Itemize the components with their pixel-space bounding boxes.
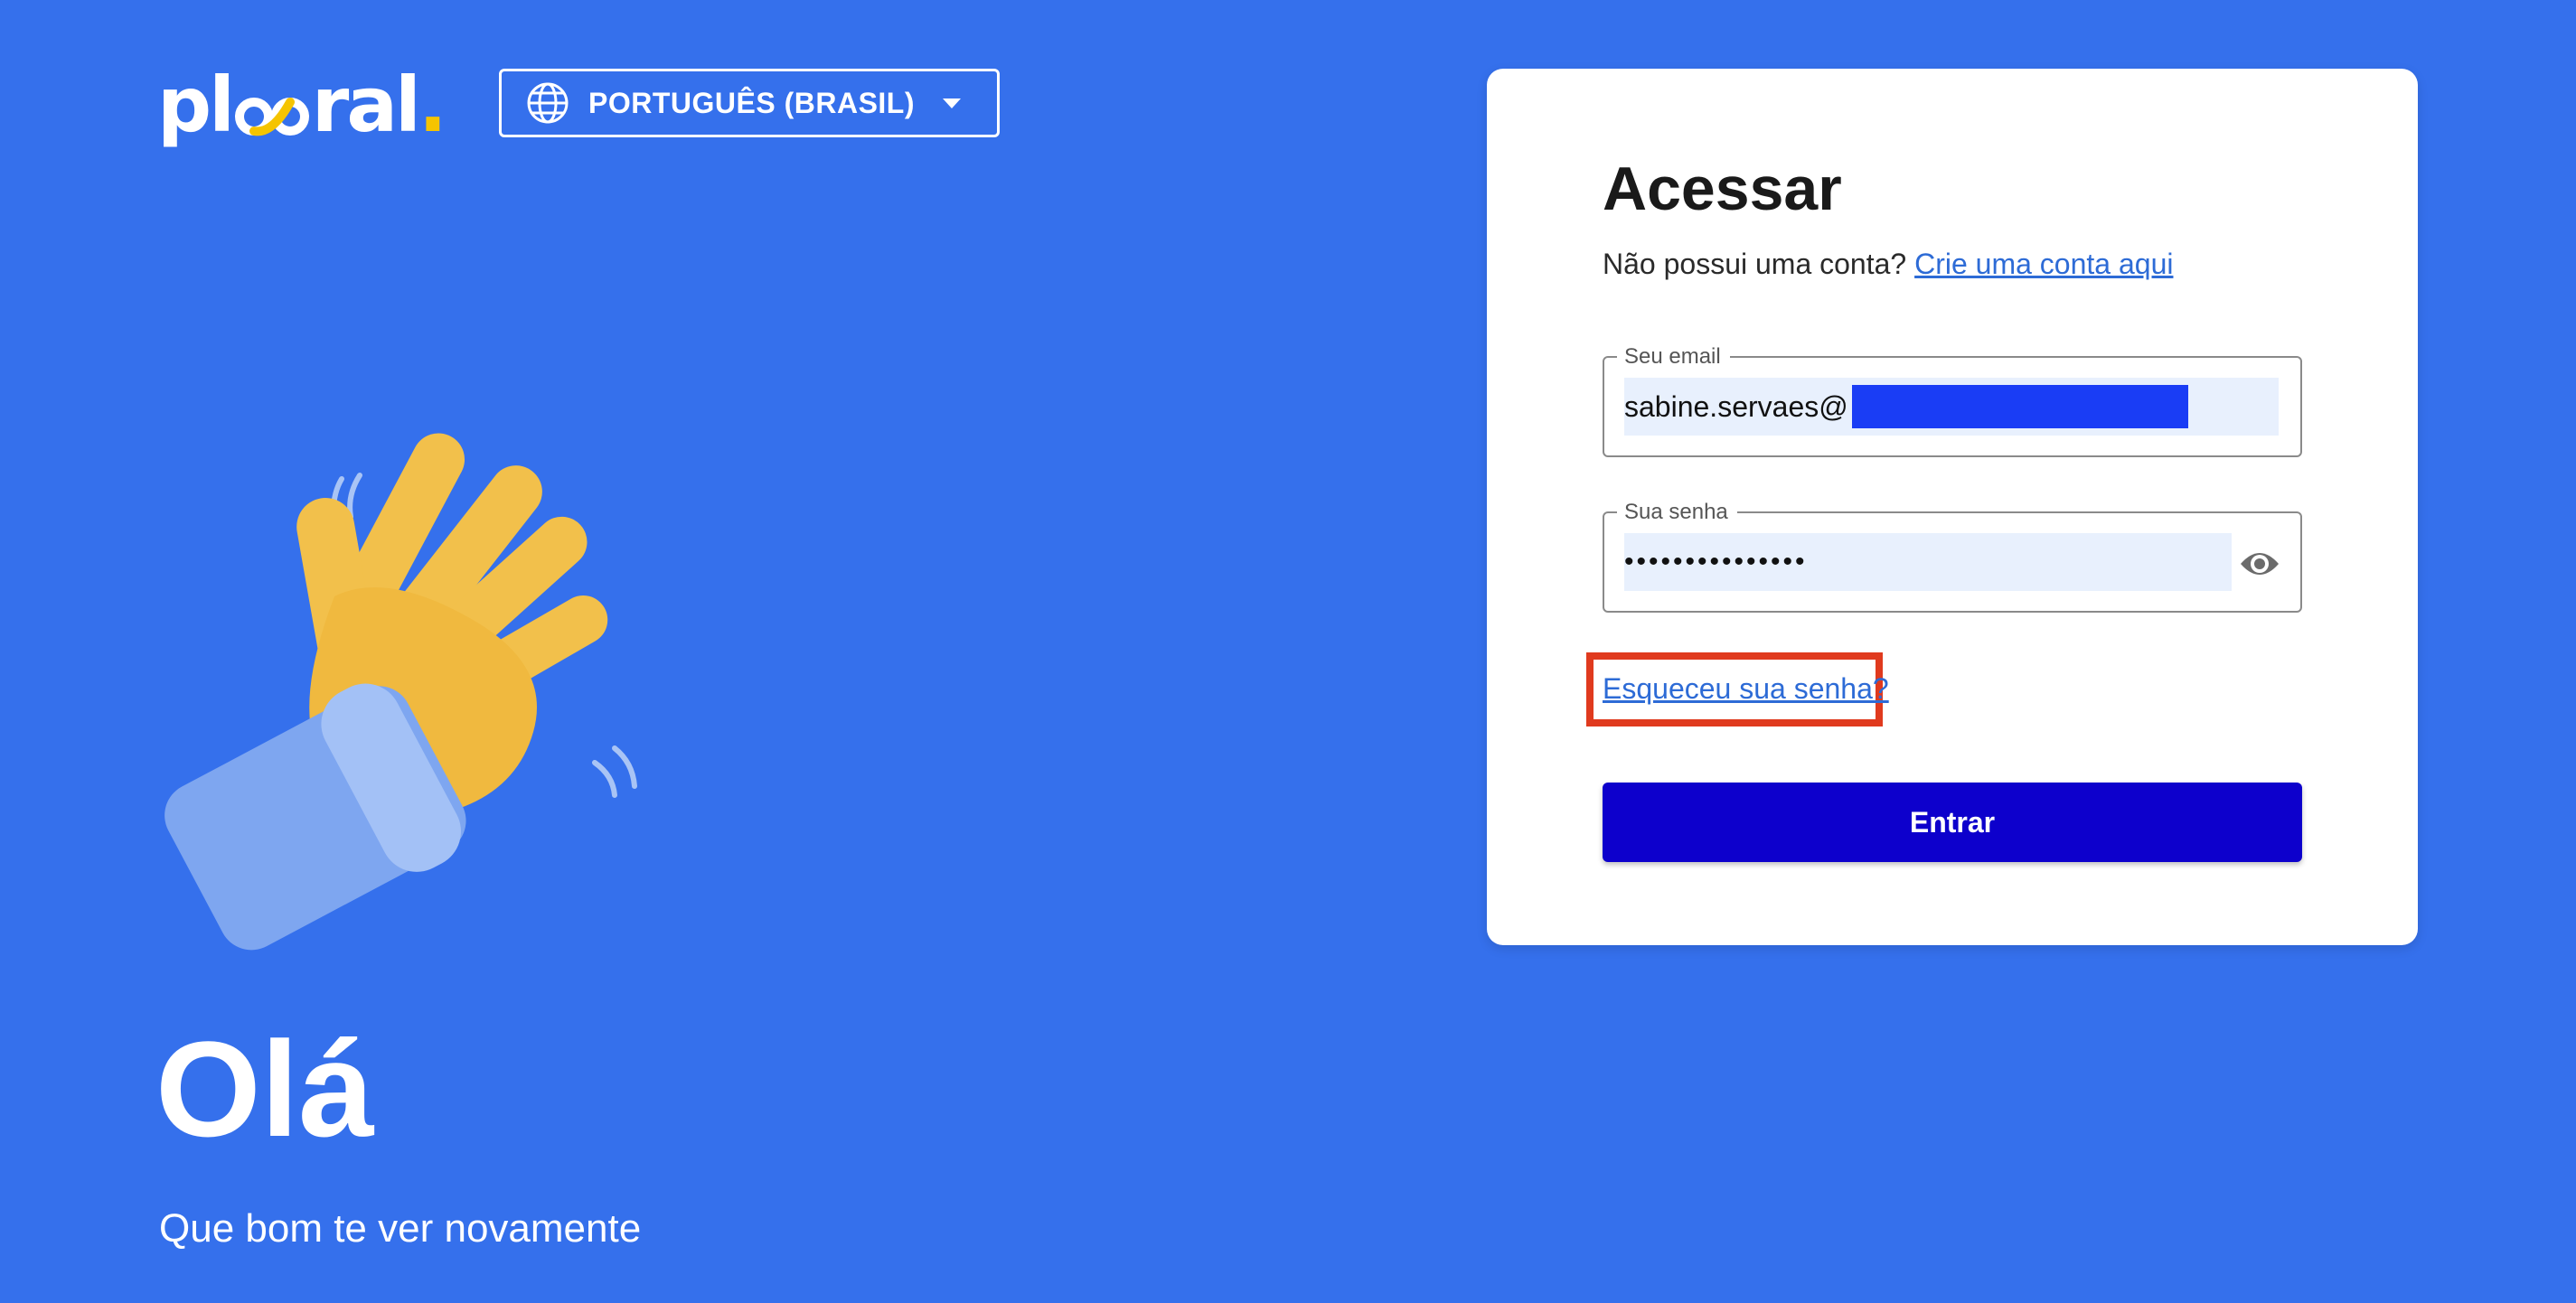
password-field-label: Sua senha bbox=[1617, 501, 1737, 524]
email-input[interactable]: sabine.servaes@ bbox=[1624, 378, 2279, 436]
login-button[interactable]: Entrar bbox=[1603, 783, 2302, 862]
waving-hand-icon bbox=[154, 389, 786, 1021]
email-field[interactable]: Seu email sabine.servaes@ bbox=[1603, 345, 2302, 457]
signup-prompt: Não possui uma conta? Crie uma conta aqu… bbox=[1603, 246, 2173, 284]
caret-down-icon bbox=[943, 98, 961, 108]
password-value: ••••••••••••••• bbox=[1624, 547, 1808, 577]
email-field-label: Seu email bbox=[1617, 345, 1730, 369]
logo-infinity-icon bbox=[234, 78, 310, 136]
plooral-logo[interactable]: pl ral . bbox=[157, 60, 447, 150]
no-account-text: Não possui uma conta? bbox=[1603, 248, 1907, 280]
logo-text-right: ral bbox=[311, 61, 421, 149]
greeting-subtitle: Que bom te ver novamente bbox=[159, 1206, 642, 1251]
eye-icon[interactable] bbox=[2239, 548, 2280, 580]
forgot-password-link[interactable]: Esqueceu sua senha? bbox=[1603, 670, 1889, 708]
redacted-block bbox=[1851, 385, 2188, 428]
login-card: Acessar Não possui uma conta? Crie uma c… bbox=[1487, 69, 2418, 945]
password-field[interactable]: Sua senha ••••••••••••••• bbox=[1603, 501, 2302, 613]
logo-dot: . bbox=[418, 61, 447, 149]
language-select[interactable]: PORTUGUÊS (BRASIL) bbox=[499, 69, 1000, 137]
greeting-heading: Olá bbox=[155, 1013, 374, 1165]
password-input[interactable]: ••••••••••••••• bbox=[1624, 533, 2232, 591]
email-value: sabine.servaes@ bbox=[1624, 389, 1848, 423]
signup-link[interactable]: Crie uma conta aqui bbox=[1914, 248, 2173, 280]
login-title: Acessar bbox=[1603, 155, 1842, 223]
language-select-value: PORTUGUÊS (BRASIL) bbox=[588, 86, 915, 119]
logo-text-left: pl bbox=[157, 61, 235, 149]
globe-icon bbox=[525, 80, 570, 126]
